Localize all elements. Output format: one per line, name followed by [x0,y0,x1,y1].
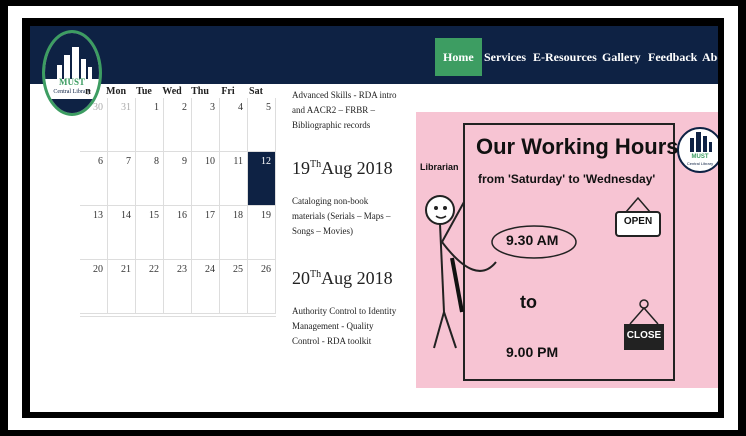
calendar-day-cell[interactable]: 12 [248,152,276,206]
calendar-day-header: Fri [221,86,235,97]
calendar-day-cell[interactable]: 11 [220,152,248,206]
calendar-day-cell[interactable]: 4 [220,98,248,152]
calendar-bottom-border [80,316,276,317]
calendar-day-number: 21 [121,264,131,275]
calendar-day-number: 20 [93,264,103,275]
calendar-day-cell[interactable]: 3 [192,98,220,152]
poster-title: Our Working Hours [476,134,679,159]
calendar-day-number: 14 [121,210,131,221]
web-page: Home Services E-Resources Gallery Feedba… [30,26,718,412]
calendar-day-number: 24 [205,264,215,275]
calendar-day-number: 18 [233,210,243,221]
calendar-day-cell[interactable]: 5 [248,98,276,152]
calendar-day-cell[interactable]: 26 [248,260,276,314]
poster-logo-sub: Central Library [686,161,714,166]
calendar-day-number: 31 [121,102,131,113]
poster-logo-name: MUST [691,154,709,160]
calendar-day-cell[interactable]: 23 [164,260,192,314]
librarian-tie [450,257,464,313]
top-navbar: Home Services E-Resources Gallery Feedba… [30,26,718,84]
calendar-day-cell[interactable]: 1 [136,98,164,152]
calendar-day-number: 6 [98,156,103,167]
calendar-day-number: 11 [233,156,243,167]
event-date: 19ThAug 2018 [292,158,393,178]
calendar-day-cell[interactable]: 10 [192,152,220,206]
calendar-day-cell[interactable]: 31 [108,98,136,152]
poster-to: to [520,292,537,312]
calendar-day-number: 22 [149,264,159,275]
calendar-day-number: 19 [261,210,271,221]
calendar-day-cell[interactable]: 25 [220,260,248,314]
poster-subtitle: from 'Saturday' to 'Wednesday' [478,172,656,186]
librarian-head-icon [425,195,455,225]
calendar-day-number: 10 [205,156,215,167]
calendar-day-number: 16 [177,210,187,221]
calendar-day-cell[interactable]: 14 [108,206,136,260]
calendar-day-cell[interactable]: 15 [136,206,164,260]
poster-open-time: 9.30 AM [506,232,559,248]
nav-home[interactable]: Home [435,38,482,76]
calendar-day-cell[interactable]: 17 [192,206,220,260]
nav-about[interactable]: About [694,38,718,76]
calendar-day-header: Wed [162,86,182,97]
calendar-day-header: Tue [136,86,152,97]
calendar-day-header: n [85,86,91,97]
calendar-day-number: 25 [233,264,243,275]
calendar-day-header: Mon [106,86,126,97]
calendar-day-number: 2 [182,102,187,113]
calendar-day-number: 12 [261,156,271,167]
calendar-day-cell[interactable]: 21 [108,260,136,314]
calendar-day-number: 8 [154,156,159,167]
poster-close-time: 9.00 PM [506,344,559,360]
calendar-day-cell[interactable]: 8 [136,152,164,206]
event-date: 20ThAug 2018 [292,268,393,288]
calendar-day-number: 30 [93,102,103,113]
open-sign-text: OPEN [623,216,653,227]
calendar-day-cell[interactable]: 19 [248,206,276,260]
calendar-day-number: 17 [205,210,215,221]
calendar-day-number: 15 [149,210,159,221]
event-description: Advanced Skills - RDA intro and AACR2 – … [292,90,397,130]
calendar-day-cell[interactable]: 20 [80,260,108,314]
calendar-day-cell[interactable]: 2 [164,98,192,152]
calendar-day-number: 23 [177,264,187,275]
calendar-day-cell[interactable]: 18 [220,206,248,260]
calendar-day-number: 5 [266,102,271,113]
close-sign-text: CLOSE [626,330,662,341]
calendar-day-cell[interactable]: 7 [108,152,136,206]
calendar-day-cell[interactable]: 13 [80,206,108,260]
calendar-day-cell[interactable]: 30 [80,98,108,152]
screenshot-frame-inner: Home Services E-Resources Gallery Feedba… [22,18,724,418]
calendar-day-number: 4 [238,102,243,113]
calendar-day-number: 7 [126,156,131,167]
logo-skyline-bg [45,33,99,79]
nav-e-resources[interactable]: E-Resources [525,38,605,76]
calendar-day-cell[interactable]: 16 [164,206,192,260]
working-hours-poster: Our Working Hours from 'Saturday' to 'We… [416,112,718,388]
event-description: Authority Control to Identity Management… [292,306,397,346]
events-calendar: n Mon Tue Wed Thu Fri Sat 30 31 1 2 3 4 5 6 7 8 9 10 11 12 13… [80,84,276,322]
calendar-day-number: 3 [210,102,215,113]
calendar-day-header: Thu [191,86,209,97]
poster-librarian-label: Librarian [420,162,459,172]
calendar-day-number: 1 [154,102,159,113]
event-description: Cataloging non-book materials (Serials –… [292,196,391,236]
calendar-day-header: Sat [249,86,263,97]
calendar-day-cell[interactable]: 24 [192,260,220,314]
calendar-day-cell[interactable]: 6 [80,152,108,206]
calendar-day-number: 13 [93,210,103,221]
calendar-day-cell[interactable]: 22 [136,260,164,314]
calendar-day-number: 26 [261,264,271,275]
calendar-day-number: 9 [182,156,187,167]
librarian-body [439,223,445,313]
calendar-day-cell[interactable]: 9 [164,152,192,206]
